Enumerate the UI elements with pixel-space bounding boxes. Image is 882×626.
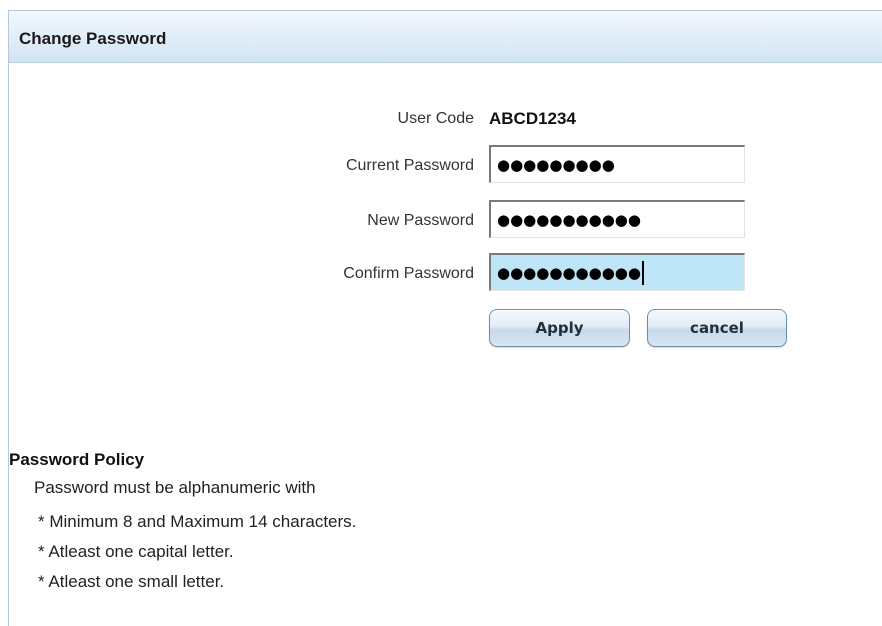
panel-header: Change Password — [9, 11, 882, 63]
current-password-label: Current Password — [345, 157, 474, 174]
text-caret — [641, 260, 644, 285]
policy-rule: * Minimum 8 and Maximum 14 characters. — [38, 512, 357, 531]
apply-button[interactable]: Apply — [489, 309, 630, 347]
new-password-field[interactable]: ●●●●●●●●●●● — [489, 200, 745, 238]
new-password-value: ●●●●●●●●●●● — [497, 210, 641, 229]
page-title: Change Password — [19, 29, 167, 48]
password-policy-title: Password Policy — [9, 450, 145, 469]
cancel-button[interactable]: cancel — [647, 309, 787, 347]
policy-intro: Password must be alphanumeric with — [34, 478, 316, 497]
new-password-label: New Password — [367, 212, 474, 229]
user-code-value: ABCD1234 — [489, 109, 576, 128]
current-password-field[interactable]: ●●●●●●●●● — [489, 145, 745, 183]
confirm-password-label: Confirm Password — [343, 265, 474, 282]
confirm-password-field[interactable]: ●●●●●●●●●●● — [489, 253, 745, 291]
current-password-value: ●●●●●●●●● — [497, 155, 615, 174]
policy-rule: * Atleast one small letter. — [38, 572, 225, 591]
user-code-label: User Code — [397, 110, 474, 127]
policy-rule: * Atleast one capital letter. — [38, 542, 234, 561]
confirm-password-value: ●●●●●●●●●●● — [497, 263, 641, 282]
